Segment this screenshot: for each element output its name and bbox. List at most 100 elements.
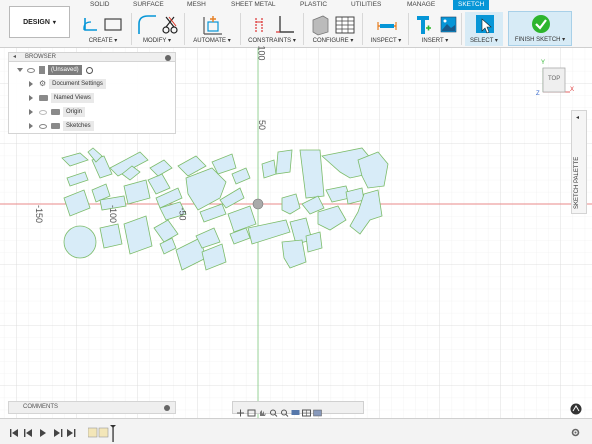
insert-image-icon [417, 16, 457, 34]
select-label: SELECT ▾ [470, 38, 498, 44]
toolbar-ribbon: DESIGN ▾ SOLID SURFACE MESH SHEET METAL … [0, 0, 592, 48]
browser-item-sketches[interactable]: Sketches [29, 121, 94, 131]
separator [362, 13, 363, 45]
x-axis-label: X [570, 87, 575, 93]
pin-icon[interactable] [165, 55, 171, 61]
checkmark-icon [532, 15, 550, 33]
sketch-palette-label: SKETCH PALETTE [574, 156, 580, 209]
go-to-start-icon [10, 429, 18, 437]
axis-label-minus-150: -150 [34, 204, 45, 224]
browser-header[interactable]: ◂ BROWSER [9, 53, 175, 62]
insert-label: INSERT ▾ [421, 38, 449, 44]
assistant-icon[interactable] [570, 403, 582, 415]
separator [184, 13, 185, 45]
select-cursor-icon [476, 15, 494, 34]
tab-plastic[interactable]: PLASTIC [300, 1, 327, 8]
timeline-features[interactable] [88, 423, 118, 443]
sketch-circle-profile [63, 225, 97, 259]
expand-icon[interactable] [17, 68, 23, 72]
browser-item-document-settings[interactable]: ⚙ Document Settings [29, 79, 106, 89]
expand-icon[interactable] [29, 123, 33, 129]
orbit-icon[interactable] [236, 404, 245, 416]
tab-manage[interactable]: MANAGE [407, 1, 435, 8]
expand-icon[interactable] [29, 109, 33, 115]
workspace-label: DESIGN [23, 18, 50, 26]
browser-item-label: Document Settings [49, 79, 106, 89]
axis-label-100: 100 [256, 45, 267, 61]
navigation-bar [232, 401, 364, 417]
app-window: DESIGN ▾ SOLID SURFACE MESH SHEET METAL … [0, 0, 592, 444]
zoom-window-icon[interactable] [280, 404, 289, 417]
separator [131, 13, 132, 45]
create-group[interactable]: CREATE ▾ [78, 12, 128, 46]
collapse-arrow-icon[interactable]: ◂ [576, 114, 579, 121]
browser-item-root[interactable]: (Unsaved) [17, 65, 93, 75]
axis-label-minus-50: -50 [177, 207, 188, 221]
tab-sheet-metal[interactable]: SHEET METAL [231, 1, 276, 8]
sketch-palette-tab[interactable]: ◂ SKETCH PALETTE [571, 110, 587, 214]
sketch-profile [99, 223, 123, 249]
finish-sketch-button[interactable]: FINISH SKETCH ▾ [508, 11, 572, 46]
viewports-icon[interactable] [313, 404, 322, 416]
tab-solid[interactable]: SOLID [90, 1, 110, 8]
modify-label: MODIFY ▾ [143, 38, 171, 44]
axis-label-50: 50 [257, 119, 268, 131]
zoom-icon[interactable] [269, 404, 278, 417]
add-comment-icon[interactable] [164, 405, 170, 411]
inspect-group[interactable]: INSPECT ▾ [366, 12, 406, 46]
browser-title: BROWSER [25, 54, 57, 60]
browser-item-label: Sketches [63, 121, 94, 131]
grid-settings-icon[interactable] [302, 404, 311, 416]
modify-group[interactable]: MODIFY ▾ [134, 12, 180, 46]
separator [240, 13, 241, 45]
viewcube[interactable]: TOP Y X Z [536, 60, 574, 98]
dimension-constraint-icon [255, 16, 294, 33]
comments-label: COMMENTS [23, 404, 58, 410]
automate-label: AUTOMATE ▾ [193, 38, 231, 44]
folder-icon [51, 109, 60, 115]
active-radio-icon[interactable] [85, 66, 93, 74]
tab-sketch[interactable]: SKETCH [453, 0, 490, 10]
gear-icon[interactable] [570, 427, 581, 438]
configure-group[interactable]: CONFIGURE ▾ [306, 12, 360, 46]
folder-icon [51, 123, 60, 129]
insert-group[interactable]: INSERT ▾ [412, 12, 458, 46]
expand-icon[interactable] [29, 95, 33, 101]
browser-item-named-views[interactable]: Named Views [29, 93, 94, 103]
collapse-icon[interactable]: ◂ [13, 53, 16, 62]
workspace-switcher[interactable]: DESIGN ▾ [9, 6, 70, 38]
constraints-label: CONSTRAINTS ▾ [248, 38, 296, 44]
visibility-icon[interactable] [39, 123, 47, 129]
browser-item-label: Named Views [51, 93, 94, 103]
document-name: (Unsaved) [48, 65, 82, 75]
pan-icon[interactable] [258, 404, 267, 416]
select-group[interactable]: SELECT ▾ [465, 12, 503, 46]
document-icon [39, 66, 45, 74]
browser-item-origin[interactable]: Origin [29, 107, 86, 117]
tab-mesh[interactable]: MESH [187, 1, 206, 8]
axis-label-minus-100: -100 [108, 204, 119, 224]
browser-panel: ◂ BROWSER (Unsaved) ⚙ Document Settings … [8, 52, 176, 134]
tab-utilities[interactable]: UTILITIES [351, 1, 381, 8]
comments-panel[interactable]: COMMENTS [8, 401, 176, 414]
chevron-down-icon: ▾ [52, 19, 56, 26]
visibility-off-icon[interactable] [39, 109, 47, 115]
measure-icon [377, 22, 397, 30]
look-at-icon[interactable] [247, 404, 256, 416]
expand-icon[interactable] [29, 81, 33, 87]
automate-group[interactable]: AUTOMATE ▾ [188, 12, 236, 46]
visibility-icon[interactable] [27, 67, 35, 73]
viewcube-face-label[interactable]: TOP [548, 76, 560, 82]
step-forward-icon [54, 429, 63, 437]
tab-surface[interactable]: SURFACE [133, 1, 164, 8]
constraints-group[interactable]: CONSTRAINTS ▾ [244, 12, 300, 46]
display-settings-icon[interactable] [291, 404, 300, 415]
z-axis-label: Z [536, 91, 540, 97]
fillet-trim-icon [138, 15, 178, 34]
sketch-feature-icon [88, 427, 98, 438]
automate-icon [203, 16, 222, 35]
create-label: CREATE ▾ [88, 38, 118, 44]
gear-icon: ⚙ [39, 79, 47, 88]
inspect-label: INSPECT ▾ [370, 38, 402, 44]
configure-label: CONFIGURE ▾ [312, 38, 354, 44]
